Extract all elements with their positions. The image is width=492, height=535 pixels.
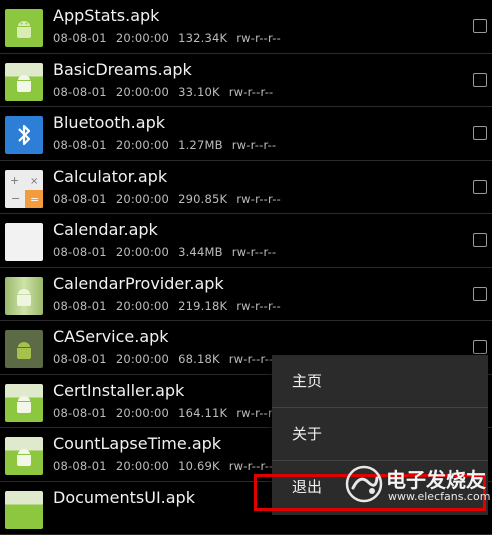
file-permissions: rw-r--r--	[236, 31, 281, 45]
file-name: CAService.apk	[53, 327, 169, 346]
file-date: 08-08-01	[53, 459, 107, 473]
file-name: AppStats.apk	[53, 6, 159, 25]
file-meta: 08-08-01 20:00:00 33.10K rw-r--r--	[53, 85, 282, 99]
list-item[interactable]: + × − = Calculator.apk 08-08-01 20:00:00 2…	[0, 161, 492, 215]
file-name: DocumentsUI.apk	[53, 488, 195, 507]
file-meta: 08-08-01 20:00:00 1.27MB rw-r--r--	[53, 138, 285, 152]
list-item[interactable]: Calendar.apk 08-08-01 20:00:00 3.44MB rw-r-…	[0, 214, 492, 268]
select-checkbox[interactable]	[473, 126, 487, 140]
file-size: 10.69K	[178, 459, 220, 473]
select-checkbox[interactable]	[473, 73, 487, 87]
file-time: 20:00:00	[116, 352, 169, 366]
file-name: Bluetooth.apk	[53, 113, 165, 132]
list-item[interactable]: Bluetooth.apk 08-08-01 20:00:00 1.27MB rw-r…	[0, 107, 492, 161]
file-meta: 08-08-01 20:00:00 68.18K rw-r--r--	[53, 352, 282, 366]
file-date: 08-08-01	[53, 192, 107, 206]
file-time: 20:00:00	[116, 299, 169, 313]
file-time: 20:00:00	[116, 138, 169, 152]
file-meta: 08-08-01 20:00:00 219.18K rw-r--r--	[53, 299, 290, 313]
file-meta: 08-08-0120:00:00164.11Krw-r--r--	[53, 406, 290, 420]
svg-text:−: −	[11, 192, 20, 205]
file-time: 20:00:00	[116, 245, 169, 259]
android-icon	[5, 63, 43, 101]
file-date: 08-08-01	[53, 138, 107, 152]
menu-item-home[interactable]: 主页	[272, 355, 488, 408]
file-size: 164.11K	[178, 406, 227, 420]
android-icon	[5, 330, 43, 368]
file-name: BasicDreams.apk	[53, 60, 192, 79]
svg-text:+: +	[10, 174, 19, 187]
svg-text:=: =	[30, 193, 39, 206]
menu-item-about[interactable]: 关于	[272, 408, 488, 461]
calendar-icon	[5, 223, 43, 261]
select-checkbox[interactable]	[473, 180, 487, 194]
exit-highlight-box	[254, 474, 486, 511]
file-permissions: rw-r--r--	[236, 299, 281, 313]
file-date: 08-08-01	[53, 299, 107, 313]
file-size: 68.18K	[178, 352, 220, 366]
file-meta: 08-08-01 20:00:00 3.44MB rw-r--r--	[53, 245, 285, 259]
file-name: CalendarProvider.apk	[53, 274, 224, 293]
file-date: 08-08-01	[53, 352, 107, 366]
file-meta: 08-08-01 20:00:00 132.34K rw-r--r--	[53, 31, 290, 45]
list-item[interactable]: AppStats.apk 08-08-01 20:00:00 132.34K rw-r…	[0, 0, 492, 54]
file-time: 20:00:00	[116, 31, 169, 45]
file-size: 219.18K	[178, 299, 227, 313]
file-date: 08-08-01	[53, 406, 107, 420]
file-name: CountLapseTime.apk	[53, 434, 221, 453]
select-checkbox[interactable]	[473, 287, 487, 301]
file-permissions: rw-r--r--	[236, 192, 281, 206]
calculator-icon: + × − =	[5, 170, 43, 208]
file-date: 08-08-01	[53, 31, 107, 45]
select-checkbox[interactable]	[473, 340, 487, 354]
file-meta: 08-08-01 20:00:00 10.69K rw-r--r--	[53, 459, 282, 473]
android-icon	[5, 491, 43, 529]
file-date: 08-08-01	[53, 245, 107, 259]
file-name: Calculator.apk	[53, 167, 167, 186]
file-meta: 08-08-01 20:00:00 290.85K rw-r--r--	[53, 192, 290, 206]
file-size: 1.27MB	[178, 138, 223, 152]
file-size: 3.44MB	[178, 245, 223, 259]
file-permissions: rw-r--r--	[232, 138, 277, 152]
file-permissions: rw-r--r--	[229, 459, 274, 473]
select-checkbox[interactable]	[473, 233, 487, 247]
file-time: 20:00:00	[116, 192, 169, 206]
bluetooth-icon	[5, 116, 43, 154]
android-icon	[5, 277, 43, 315]
android-icon	[5, 437, 43, 475]
file-permissions: rw-r--r--	[232, 245, 277, 259]
file-permissions: rw-r--r--	[229, 85, 274, 99]
svg-text:×: ×	[30, 176, 38, 187]
file-time: 20:00:00	[116, 85, 169, 99]
select-checkbox[interactable]	[473, 19, 487, 33]
file-name: CertInstaller.apk	[53, 381, 184, 400]
android-icon	[5, 9, 43, 47]
file-permissions: rw-r--r--	[229, 352, 274, 366]
file-time: 20:00:00	[116, 459, 169, 473]
android-icon	[5, 384, 43, 422]
file-size: 290.85K	[178, 192, 227, 206]
file-time: 20:00:00	[116, 406, 169, 420]
list-item[interactable]: CalendarProvider.apk 08-08-01 20:00:00 219…	[0, 268, 492, 322]
file-date: 08-08-01	[53, 85, 107, 99]
file-name: Calendar.apk	[53, 220, 158, 239]
file-size: 33.10K	[178, 85, 220, 99]
list-item[interactable]: BasicDreams.apk 08-08-01 20:00:00 33.10K rw…	[0, 54, 492, 108]
file-size: 132.34K	[178, 31, 227, 45]
